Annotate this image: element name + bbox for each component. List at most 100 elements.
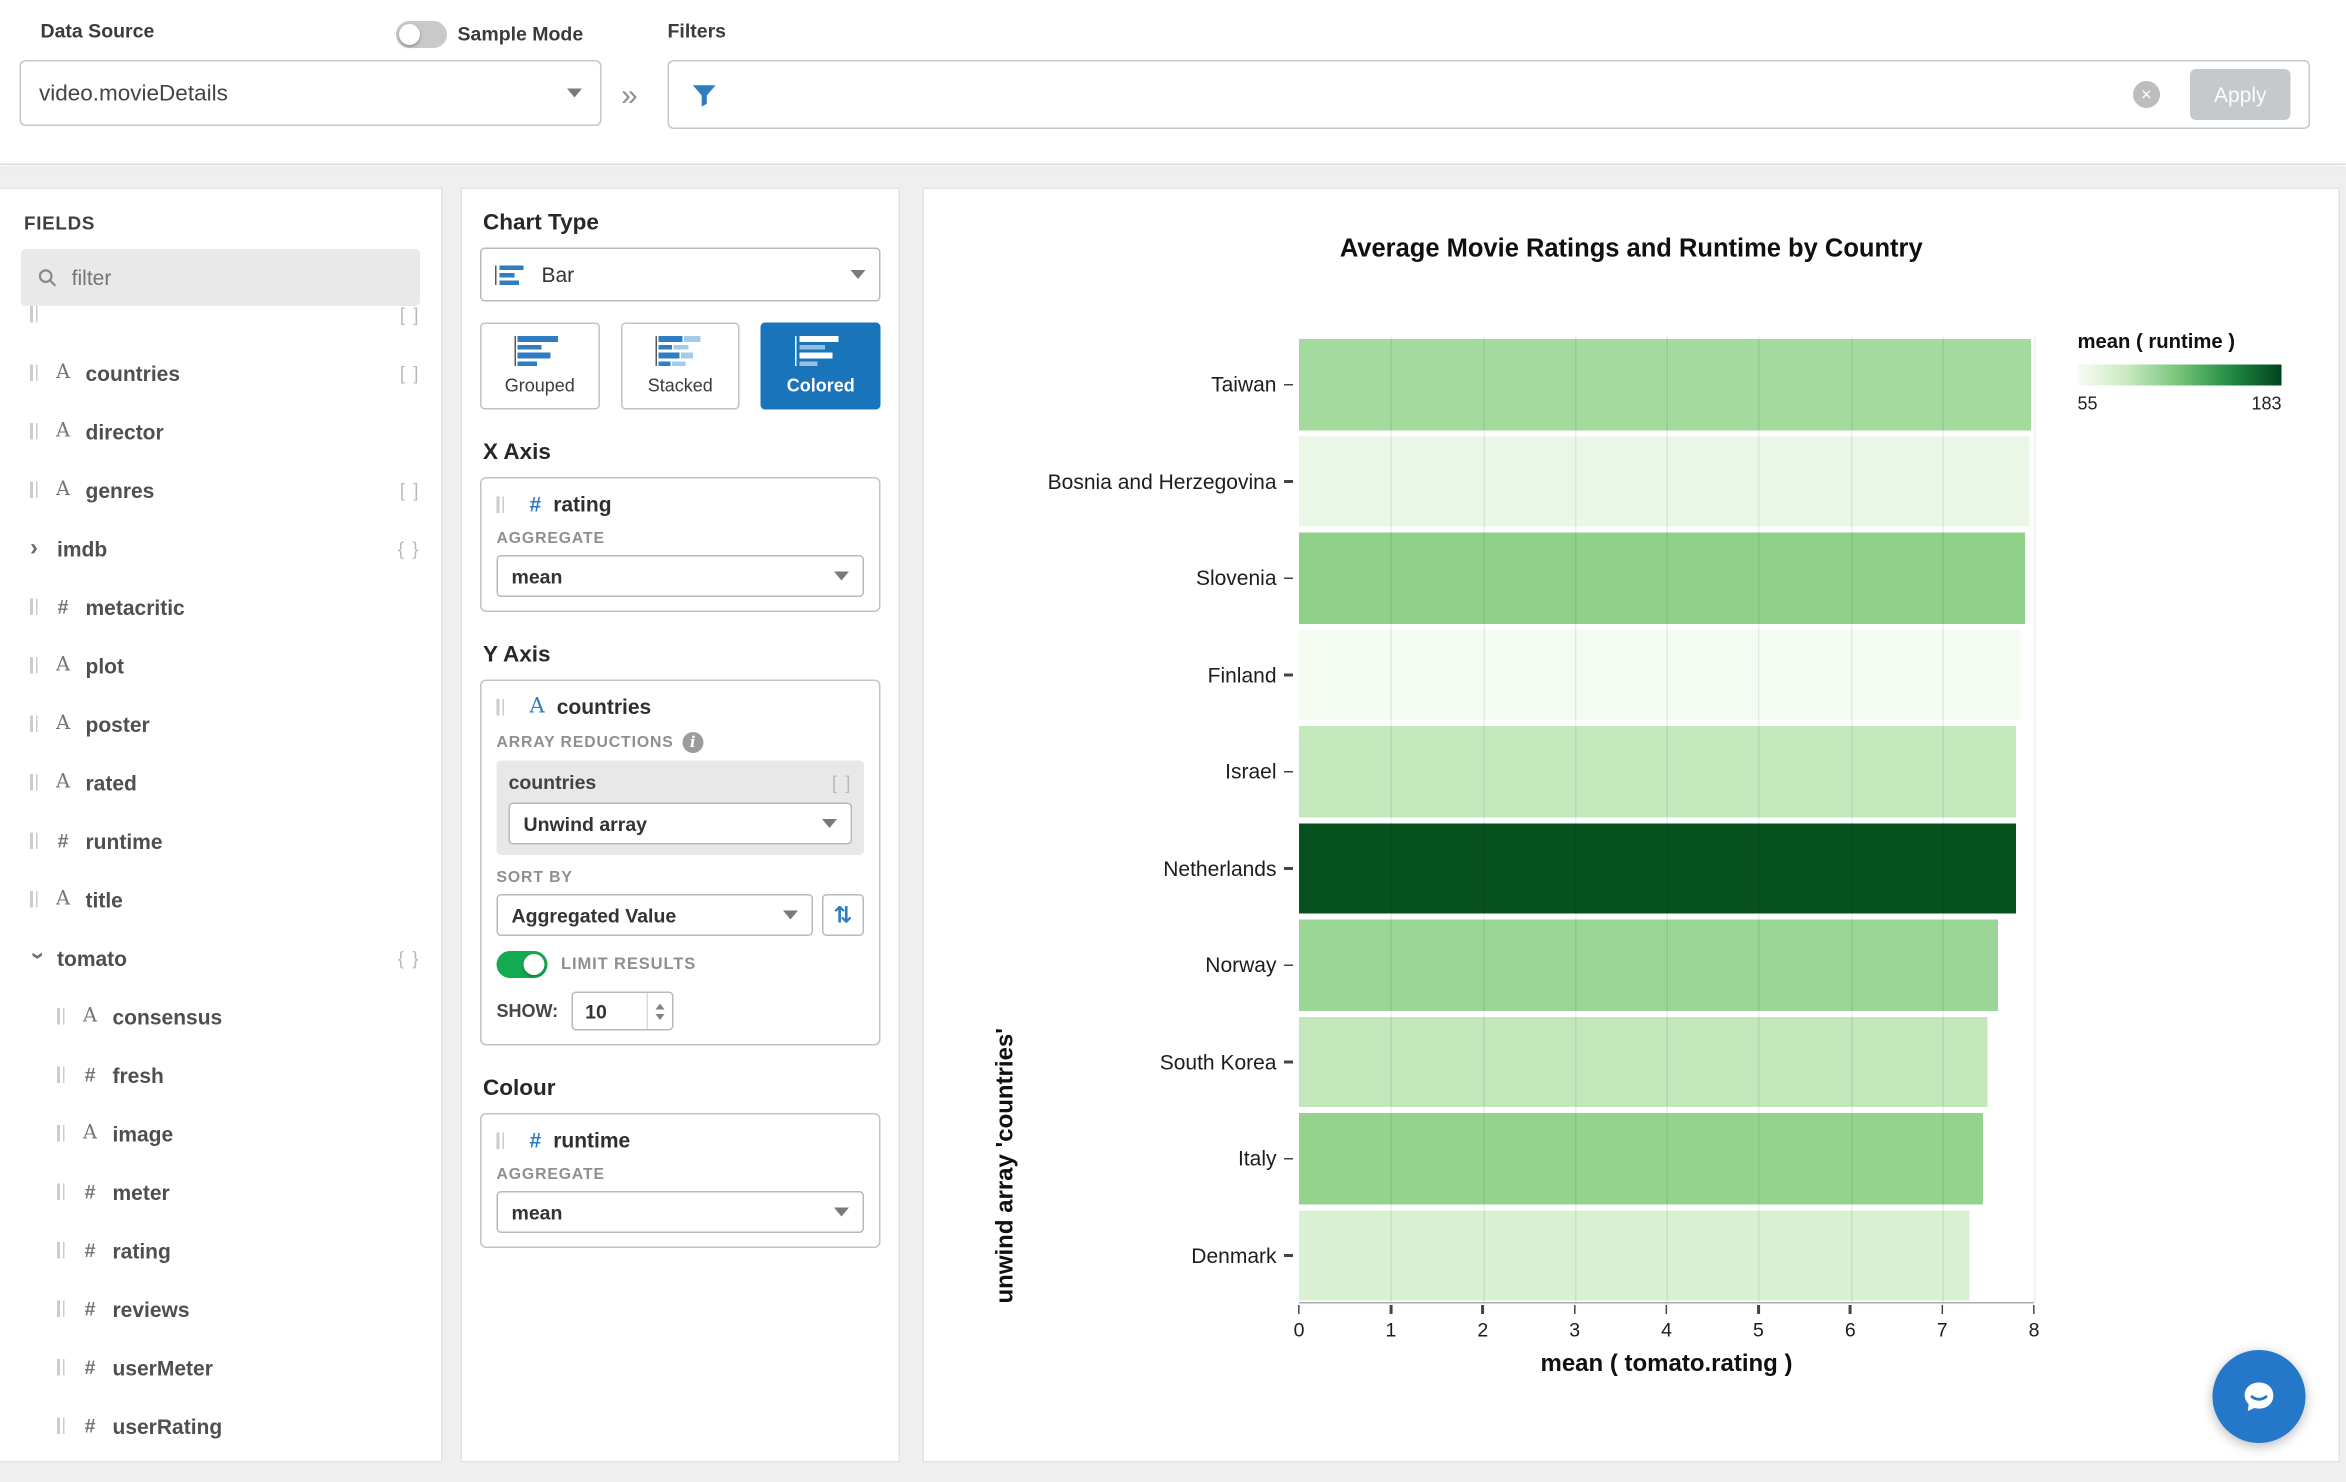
chart-subtypes: Grouped Stacked Colored: [480, 322, 881, 410]
chart-subtype-stacked[interactable]: Stacked: [620, 322, 741, 410]
show-count-input[interactable]: [573, 998, 647, 1024]
chevron-down-icon: [834, 1207, 849, 1217]
x-axis-field-chip[interactable]: # rating: [496, 492, 865, 516]
y-axis-panel: A countries ARRAY REDUCTIONS i countries…: [480, 679, 881, 1046]
filter-funnel-icon: [690, 80, 719, 109]
field-name: metacritic: [85, 594, 185, 619]
bar-slovenia[interactable]: [1299, 532, 2025, 624]
sort-by-label: SORT BY: [496, 868, 573, 887]
field-item-imdb[interactable]: › imdb { }: [0, 519, 441, 578]
string-type-icon: A: [82, 1122, 98, 1145]
field-item-genres[interactable]: Agenres [ ]: [0, 461, 441, 520]
fields-heading: FIELDS: [24, 213, 96, 234]
chevron-down-icon[interactable]: ›: [25, 951, 51, 965]
bar-bosnia-and-herzegovina[interactable]: [1299, 435, 2030, 527]
legend-max: 183: [2251, 393, 2282, 414]
field-item-countries[interactable]: Acountries [ ]: [0, 344, 441, 403]
step-up-icon[interactable]: [655, 1002, 665, 1009]
bar-italy[interactable]: [1299, 1113, 1984, 1204]
field-item-reviews[interactable]: # reviews: [0, 1280, 441, 1339]
chart-subtype-colored[interactable]: Colored: [761, 322, 881, 410]
field-item[interactable]: [ ]: [0, 306, 441, 344]
field-item-poster[interactable]: Aposter: [0, 695, 441, 754]
limit-results-toggle[interactable]: [496, 951, 548, 978]
string-type-icon: A: [529, 694, 545, 719]
drag-handle-icon: [30, 598, 38, 615]
field-item-meter[interactable]: # meter: [0, 1163, 441, 1222]
data-source-select[interactable]: video.movieDetails: [19, 60, 602, 126]
number-type-icon: #: [84, 1297, 96, 1321]
stepper-buttons[interactable]: [646, 993, 673, 1029]
chart-type-select[interactable]: Bar: [480, 247, 881, 302]
string-type-icon: A: [55, 771, 71, 794]
double-chevron-icon[interactable]: »: [621, 80, 638, 115]
bar-south-korea[interactable]: [1299, 1016, 1989, 1107]
bar-taiwan[interactable]: [1299, 339, 2032, 430]
chart-subtype-grouped[interactable]: Grouped: [480, 322, 600, 410]
drag-handle-icon: [57, 1183, 65, 1200]
bar-finland[interactable]: [1299, 629, 2021, 720]
chat-launcher-button[interactable]: [2212, 1350, 2306, 1443]
step-down-icon[interactable]: [655, 1013, 665, 1020]
field-item-rated[interactable]: Arated: [0, 753, 441, 812]
x-axis-heading: X Axis: [483, 439, 551, 466]
bar-chart-icon: [654, 336, 706, 366]
field-item-image[interactable]: Aimage: [0, 1104, 441, 1163]
chevron-right-icon[interactable]: ›: [30, 536, 44, 560]
filter-input[interactable]: [733, 61, 2133, 128]
field-item-userMeter[interactable]: # userMeter: [0, 1338, 441, 1397]
reduction-box: countries [ ] Unwind array: [496, 760, 864, 855]
x-aggregate-select[interactable]: mean: [496, 555, 864, 597]
sort-by-select[interactable]: Aggregated Value: [496, 894, 813, 936]
field-item-fresh[interactable]: # fresh: [0, 1046, 441, 1105]
clear-filter-icon[interactable]: ×: [2132, 81, 2160, 108]
field-item-plot[interactable]: Aplot: [0, 636, 441, 695]
field-name: director: [85, 419, 164, 444]
category-label: South Korea: [924, 1013, 1293, 1110]
y-axis-field-chip[interactable]: A countries: [496, 694, 865, 719]
bar-netherlands[interactable]: [1299, 822, 2016, 914]
sort-direction-button[interactable]: ⇅: [822, 894, 864, 936]
x-tick: 3: [1569, 1305, 1580, 1341]
reduction-select[interactable]: Unwind array: [508, 802, 852, 845]
filter-bar[interactable]: × Apply: [667, 60, 2310, 129]
x-aggregate-value: mean: [511, 564, 563, 588]
number-type-icon: #: [529, 492, 542, 516]
x-axis-ticks: 0 1 2 3 4 5 6 7 8: [1294, 1305, 2039, 1350]
legend-label: mean ( runtime ): [2077, 330, 2236, 353]
bar-denmark[interactable]: [1299, 1209, 1970, 1301]
field-item-title[interactable]: Atitle: [0, 870, 441, 929]
apply-filter-button[interactable]: Apply: [2189, 69, 2291, 120]
field-item-runtime[interactable]: # runtime: [0, 812, 441, 871]
chevron-down-icon: [783, 910, 798, 920]
chevron-down-icon: [822, 819, 837, 828]
field-type-badge: [ ]: [399, 362, 420, 384]
field-item-rating[interactable]: # rating: [0, 1221, 441, 1280]
field-item-director[interactable]: Adirector: [0, 402, 441, 461]
field-search-input[interactable]: [68, 264, 404, 291]
field-search-box[interactable]: [21, 249, 420, 306]
chevron-down-icon: [850, 270, 866, 279]
chart-subtype-label: Grouped: [504, 375, 575, 396]
gridline: [1574, 336, 1577, 1302]
bar-norway[interactable]: [1299, 919, 1998, 1011]
gridline: [2034, 336, 2036, 1302]
field-item-metacritic[interactable]: # metacritic: [0, 578, 441, 637]
colour-aggregate-select[interactable]: mean: [496, 1191, 864, 1233]
drag-handle-icon: [57, 1417, 65, 1434]
colour-heading: Colour: [483, 1075, 556, 1102]
field-item-consensus[interactable]: Aconsensus: [0, 987, 441, 1046]
field-item[interactable]: #: [0, 1455, 441, 1461]
field-name: poster: [85, 711, 150, 736]
bar-israel[interactable]: [1299, 726, 2016, 817]
number-type-icon: #: [84, 1063, 96, 1087]
field-item-userRating[interactable]: # userRating: [0, 1397, 441, 1456]
toggle-knob: [399, 24, 420, 45]
sample-mode-toggle[interactable]: [396, 21, 447, 48]
drag-handle-icon: [30, 715, 38, 732]
info-icon[interactable]: i: [682, 732, 704, 753]
field-name: fresh: [112, 1062, 164, 1087]
colour-field-chip[interactable]: # runtime: [496, 1128, 865, 1152]
field-item-tomato[interactable]: › tomato { }: [0, 929, 441, 988]
x-tick: 7: [1937, 1305, 1948, 1341]
